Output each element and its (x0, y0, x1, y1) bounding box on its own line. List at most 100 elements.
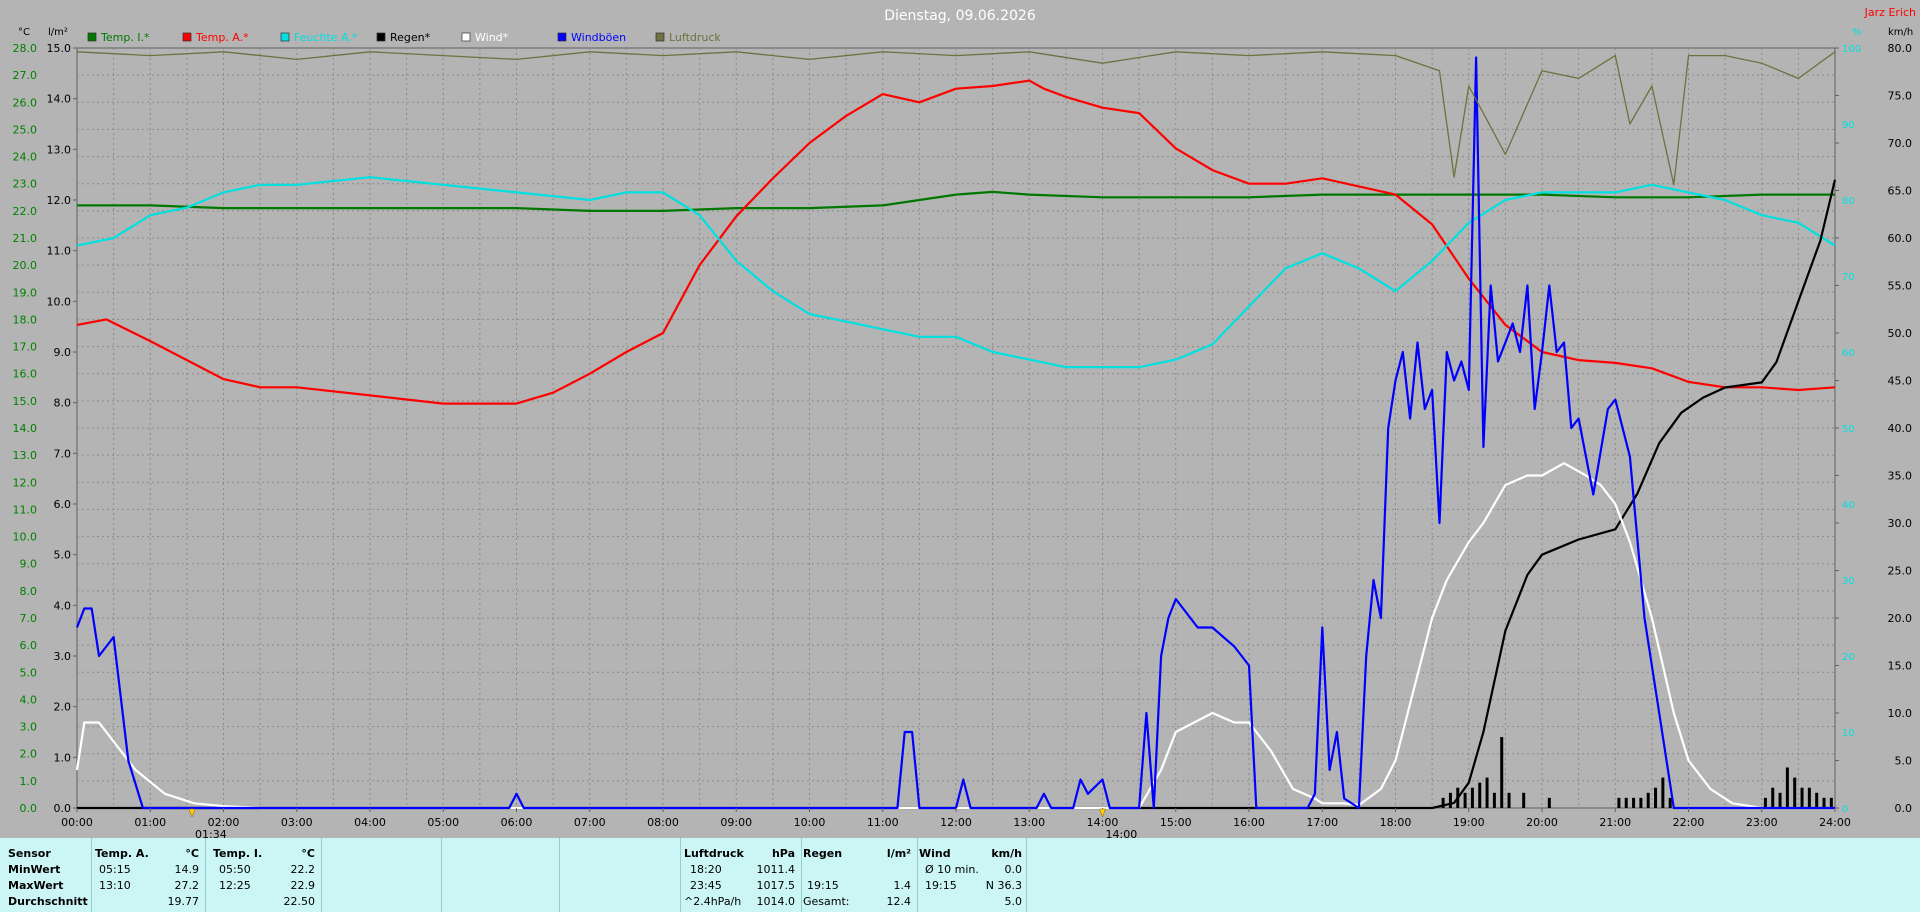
temp-tick-label: 8.0 (20, 585, 38, 598)
chart-legend: Temp. I.* Temp. A.* Feuchte A.* Regen* Wind*… (87, 31, 721, 44)
legend-swatch (655, 32, 665, 42)
x-tick-label: 00:00 (61, 816, 93, 829)
rain-bar (1654, 787, 1658, 808)
temp-tick-label: 10.0 (13, 531, 38, 544)
rain-total: 12.4 (886, 895, 912, 908)
pressure-max-time: 23:45 (690, 879, 722, 892)
x-tick-label: 19:00 (1453, 816, 1485, 829)
temp-tick-label: 7.0 (20, 612, 38, 625)
wind-tick-label: 45.0 (1888, 375, 1913, 388)
humidity-tick-label: 0 (1842, 804, 1848, 815)
rain-tick-label: 13.0 (47, 143, 72, 156)
temp-i-unit: °C (301, 847, 315, 860)
legend-label: Temp. A.* (195, 31, 249, 44)
chart-title: Dienstag, 09.06.2026 (884, 8, 1036, 24)
pressure-avg: 1014.0 (756, 895, 796, 908)
temp-tick-label: 6.0 (20, 639, 38, 652)
summary-temp-i: Temp. I. °C 05:50 22.2 12:25 22.9 22.50 (205, 838, 322, 912)
x-tick-label: 11:00 (867, 816, 899, 829)
temp-tick-label: 28.0 (13, 42, 38, 55)
wind-max-time: 19:15 (925, 879, 957, 892)
humidity-tick-label: 100 (1842, 44, 1861, 55)
rain-bar (1448, 792, 1452, 808)
rain-bar (1522, 792, 1526, 808)
rain-bar (1785, 767, 1789, 808)
temp-a-min: 14.9 (174, 863, 200, 876)
unit-wind: km/h (1888, 27, 1913, 38)
temp-tick-label: 18.0 (13, 313, 38, 326)
wind-tick-label: 30.0 (1888, 517, 1913, 530)
humidity-tick-label: 20 (1842, 652, 1855, 663)
legend-label: Wind* (475, 31, 509, 44)
humidity-tick-label: 70 (1842, 272, 1855, 283)
temp-i-avg: 22.50 (283, 895, 316, 908)
rain-bar (1668, 797, 1672, 808)
legend-label: Windböen (571, 31, 626, 44)
x-tick-label: 22:00 (1673, 816, 1705, 829)
wind-tick-label: 35.0 (1888, 470, 1913, 483)
x-tick-label: 23:00 (1746, 816, 1778, 829)
temp-tick-label: 22.0 (13, 205, 38, 218)
rain-tick-label: 12.0 (47, 194, 72, 207)
rain-bar (1661, 777, 1665, 808)
rain-max: 1.4 (893, 879, 912, 892)
pressure-max: 1017.5 (756, 879, 796, 892)
rain-bar (1632, 797, 1636, 808)
x-tick-label: 18:00 (1380, 816, 1412, 829)
x-tick-label: 15:00 (1160, 816, 1192, 829)
rain-bar (1624, 797, 1628, 808)
temp-tick-label: 4.0 (20, 693, 38, 706)
humidity-tick-label: 90 (1842, 120, 1855, 131)
x-tick-label: 17:00 (1306, 816, 1338, 829)
wind-tick-label: 60.0 (1888, 232, 1913, 245)
temp-a-avg: 19.77 (167, 895, 200, 908)
x-tick-label: 05:00 (427, 816, 459, 829)
wind-tick-label: 0.0 (1895, 802, 1913, 815)
wind-avg: 5.0 (1004, 895, 1023, 908)
humidity-tick-label: 60 (1842, 348, 1855, 359)
station-name: Jarz Erich (1864, 6, 1916, 19)
x-tick-label: 16:00 (1233, 816, 1265, 829)
temp-tick-label: 12.0 (13, 476, 38, 489)
temp-tick-label: 27.0 (13, 69, 38, 82)
rain-bar (1639, 797, 1643, 808)
rain-bar (1646, 792, 1650, 808)
temp-tick-label: 16.0 (13, 368, 38, 381)
temp-tick-label: 9.0 (20, 558, 38, 571)
time-marker-label: 01:34 (195, 828, 227, 838)
unit-temp: °C (18, 27, 30, 38)
rain-bar (1829, 797, 1833, 808)
temp-tick-label: 17.0 (13, 341, 38, 354)
x-tick-label: 12:00 (940, 816, 972, 829)
temp-tick-label: 26.0 (13, 96, 38, 109)
wind-max: N 36.3 (985, 879, 1022, 892)
temp-a-unit: °C (185, 847, 199, 860)
rain-bar (1492, 792, 1496, 808)
x-tick-label: 07:00 (574, 816, 606, 829)
rain-bar (1815, 792, 1819, 808)
unit-rain: l/m² (48, 27, 68, 38)
legend-label: Feuchte A.* (294, 31, 358, 44)
temp-tick-label: 11.0 (13, 503, 38, 516)
wind-tick-label: 5.0 (1895, 755, 1913, 768)
temp-tick-label: 14.0 (13, 422, 38, 435)
time-marker-label: 14:00 (1106, 828, 1138, 838)
legend-swatch (87, 32, 97, 42)
temp-a-max: 27.2 (174, 879, 200, 892)
rain-bar (1771, 787, 1775, 808)
legend-swatch (280, 32, 290, 42)
temp-i-min: 22.2 (290, 863, 316, 876)
rain-tick-label: 7.0 (54, 447, 72, 460)
temp-tick-label: 5.0 (20, 666, 38, 679)
rain-bar (1470, 787, 1474, 808)
rain-tick-label: 5.0 (54, 549, 72, 562)
wind-tick-label: 40.0 (1888, 422, 1913, 435)
unit-humidity: % (1852, 27, 1862, 38)
rain-total-label: Gesamt: (803, 895, 850, 908)
rain-bar (1822, 797, 1826, 808)
rain-bar (1478, 782, 1482, 808)
pressure-header: Luftdruck (684, 847, 744, 860)
x-tick-label: 03:00 (281, 816, 313, 829)
x-tick-label: 24:00 (1819, 816, 1851, 829)
rain-tick-label: 3.0 (54, 650, 72, 663)
